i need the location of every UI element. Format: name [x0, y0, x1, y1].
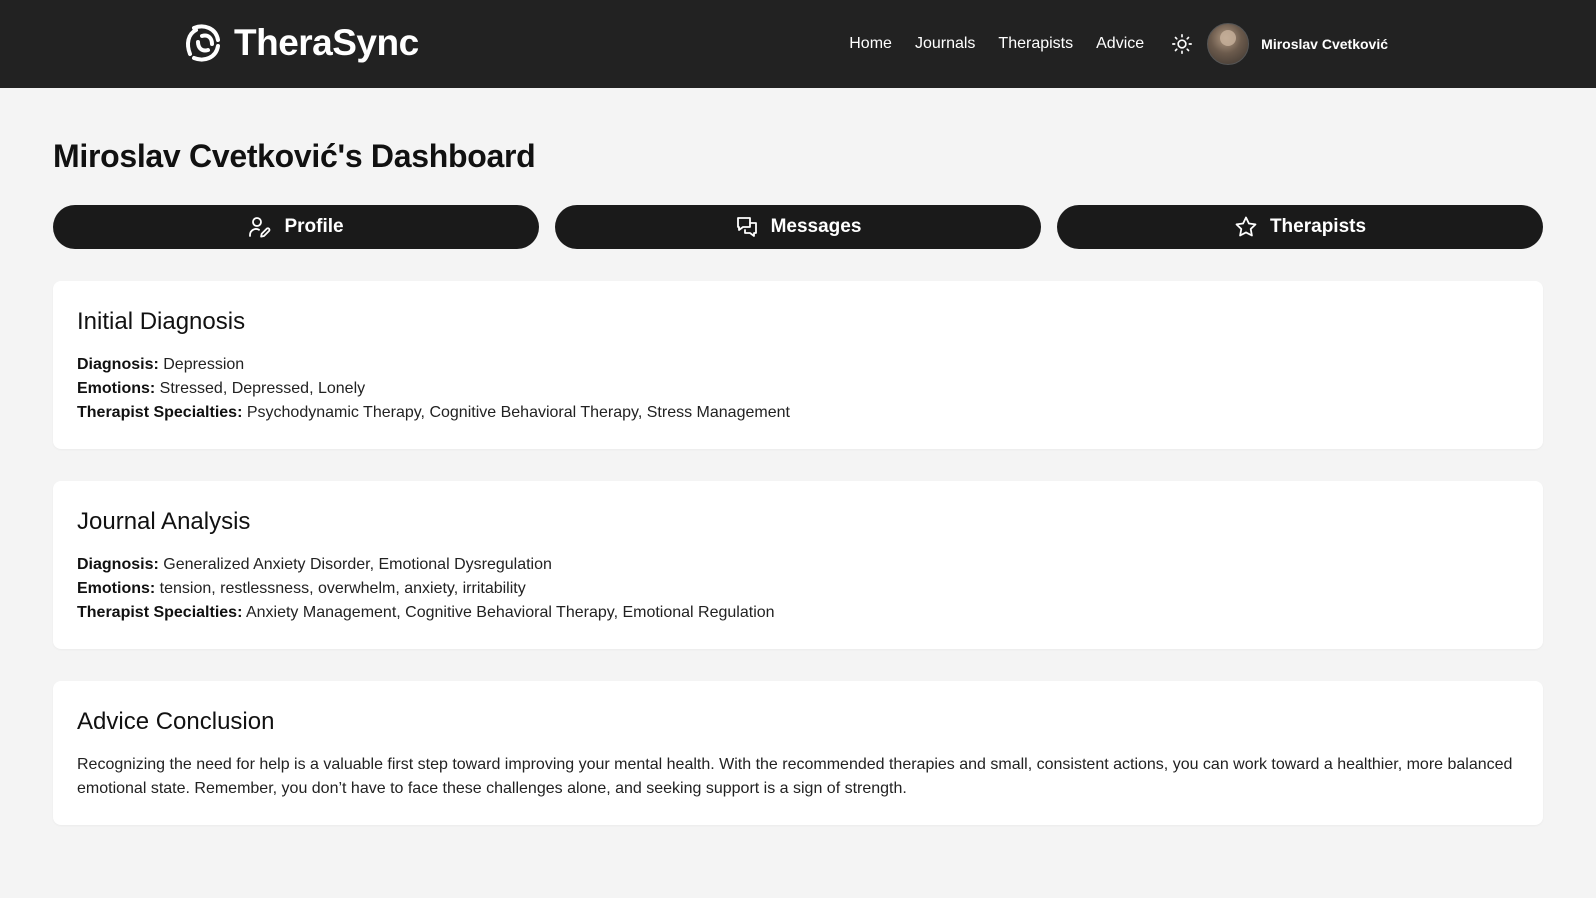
- nav-home[interactable]: Home: [849, 35, 892, 53]
- avatar[interactable]: [1207, 23, 1250, 65]
- page-title: Miroslav Cvetković's Dashboard: [53, 138, 536, 174]
- tab-messages[interactable]: Messages: [555, 205, 1041, 249]
- user-name[interactable]: Miroslav Cvetković: [1261, 36, 1388, 52]
- nav-advice[interactable]: Advice: [1096, 35, 1144, 53]
- nav-therapists[interactable]: Therapists: [998, 35, 1073, 53]
- journal-analysis-title: Journal Analysis: [77, 508, 251, 535]
- diagnosis-label: Diagnosis:: [77, 356, 159, 373]
- therasync-logo-icon: [186, 24, 220, 62]
- brand[interactable]: TheraSync: [184, 18, 419, 68]
- emotions-label: Emotions:: [77, 580, 156, 597]
- nav-journals[interactable]: Journals: [915, 35, 975, 53]
- diagnosis-row: Diagnosis: Depression: [77, 353, 1519, 377]
- star-icon: [1235, 216, 1257, 237]
- diagnosis-row: Diagnosis: Generalized Anxiety Disorder,…: [77, 553, 1519, 577]
- tab-therapists[interactable]: Therapists: [1057, 205, 1543, 249]
- specialties-row: Therapist Specialties: Anxiety Managemen…: [77, 601, 1519, 625]
- emotions-row: Emotions: tension, restlessness, overwhe…: [77, 577, 1519, 601]
- dashboard-cards: Initial Diagnosis Diagnosis: Depression …: [53, 281, 1543, 825]
- dashboard-tabs: Profile Messages Therapists: [53, 205, 1543, 249]
- specialties-label: Therapist Specialties:: [77, 404, 243, 421]
- journal-analysis-card: Journal Analysis Diagnosis: Generalized …: [53, 481, 1543, 649]
- specialties-label: Therapist Specialties:: [77, 604, 243, 621]
- advice-conclusion-title: Advice Conclusion: [77, 708, 275, 735]
- specialties-value: Anxiety Management, Cognitive Behavioral…: [245, 604, 775, 621]
- emotions-row: Emotions: Stressed, Depressed, Lonely: [77, 377, 1519, 401]
- advice-conclusion-text: Recognizing the need for help is a valua…: [77, 756, 1513, 797]
- tab-profile-label: Profile: [284, 216, 344, 237]
- messages-icon: [736, 217, 757, 237]
- advice-conclusion-card: Advice Conclusion Recognizing the need f…: [53, 681, 1543, 825]
- tab-messages-label: Messages: [770, 216, 862, 237]
- emotions-label: Emotions:: [77, 380, 156, 397]
- brand-name: TheraSync: [234, 22, 419, 63]
- theme-toggle-button[interactable]: [1169, 31, 1195, 57]
- dashboard-main: Miroslav Cvetković's Dashboard Profile M…: [0, 88, 1596, 825]
- user-pen-icon: [249, 217, 271, 238]
- emotions-value: tension, restlessness, overwhelm, anxiet…: [159, 580, 526, 597]
- main-nav: Home Journals Therapists Advice Miroslav…: [849, 0, 1388, 88]
- specialties-row: Therapist Specialties: Psychodynamic The…: [77, 401, 1519, 425]
- initial-diagnosis-card: Initial Diagnosis Diagnosis: Depression …: [53, 281, 1543, 449]
- tab-therapists-label: Therapists: [1269, 216, 1367, 237]
- initial-diagnosis-title: Initial Diagnosis: [77, 308, 246, 335]
- tab-profile[interactable]: Profile: [53, 205, 539, 249]
- diagnosis-value: Generalized Anxiety Disorder, Emotional …: [163, 556, 552, 573]
- top-navbar: TheraSync Home Journals Therapists Advic…: [0, 0, 1596, 88]
- emotions-value: Stressed, Depressed, Lonely: [159, 380, 366, 397]
- specialties-value: Psychodynamic Therapy, Cognitive Behavio…: [246, 404, 790, 421]
- diagnosis-label: Diagnosis:: [77, 556, 159, 573]
- sun-icon: [1172, 34, 1193, 54]
- diagnosis-value: Depression: [163, 356, 245, 373]
